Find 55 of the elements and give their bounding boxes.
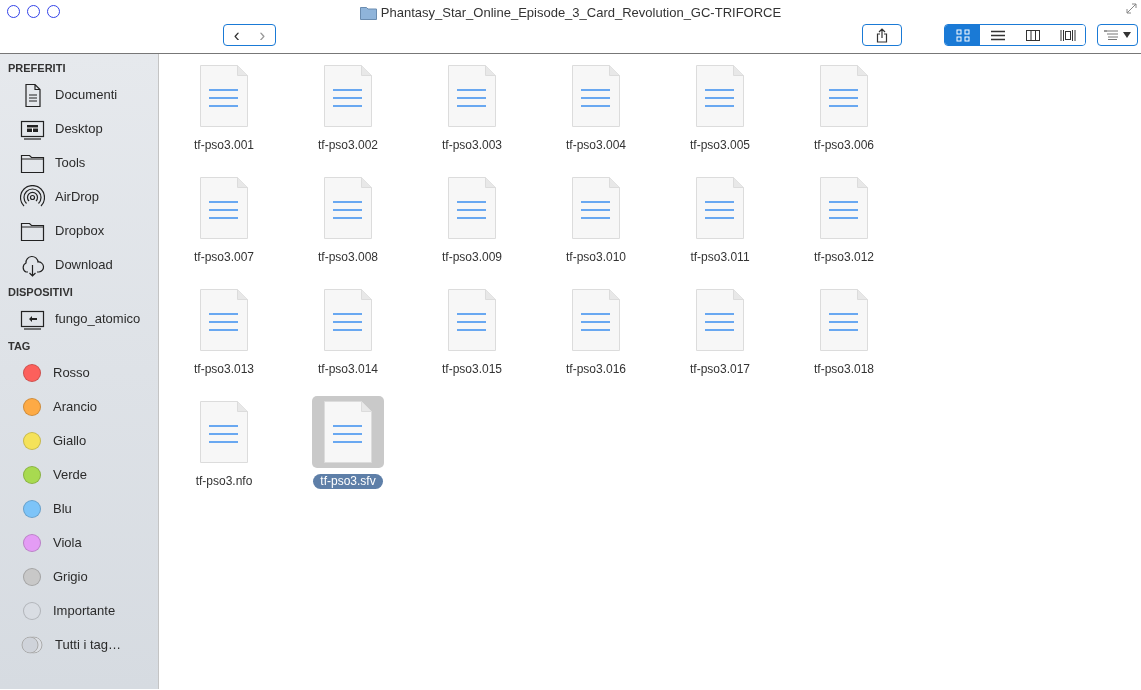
caret-icon — [1123, 32, 1131, 38]
sidebar-item[interactable]: Documenti — [55, 85, 118, 105]
file-name[interactable]: tf-pso3.005 — [682, 138, 757, 153]
sidebar-item[interactable]: Dropbox — [55, 221, 105, 241]
sidebar-item[interactable]: Grigio — [53, 567, 88, 587]
sidebar-item[interactable]: fungo_atomico — [55, 309, 141, 329]
cover-flow-icon — [1059, 28, 1076, 42]
sidebar-item[interactable]: Verde — [53, 465, 87, 485]
tags-icon — [21, 636, 43, 654]
sidebar-item[interactable]: Arancio — [53, 397, 98, 417]
sidebar-item[interactable]: Blu — [53, 499, 72, 519]
file-name[interactable]: tf-pso3.015 — [434, 362, 509, 377]
file-name[interactable]: tf-pso3.nfo — [188, 474, 260, 489]
list-icon — [1104, 30, 1118, 40]
sidebar-item[interactable]: AirDrop — [55, 187, 100, 207]
sidebar-heading: PREFERITI — [7, 61, 67, 76]
sidebar-heading: DISPOSITIVI — [7, 285, 74, 300]
file-name[interactable]: tf-pso3.013 — [186, 362, 261, 377]
sidebar-item[interactable]: Tools — [55, 153, 86, 173]
file-name[interactable]: tf-pso3.010 — [558, 250, 633, 265]
list-icon — [989, 28, 1006, 42]
sidebar-item[interactable]: Download — [55, 255, 113, 275]
columns-icon — [1024, 28, 1041, 42]
back-button[interactable]: ‹ — [224, 25, 250, 45]
sidebar-item[interactable]: Desktop — [55, 119, 103, 139]
file-name[interactable]: tf-pso3.006 — [806, 138, 881, 153]
file-name[interactable]: tf-pso3.016 — [558, 362, 633, 377]
grid-icon — [954, 28, 971, 42]
sidebar-item[interactable]: Tutti i tag… — [55, 635, 121, 655]
folder-icon — [359, 5, 377, 20]
view-switcher[interactable] — [944, 24, 1086, 46]
file-name[interactable]: tf-pso3.001 — [186, 138, 261, 153]
file-name[interactable]: tf-pso3.003 — [434, 138, 509, 153]
file-name[interactable]: tf-pso3.018 — [806, 362, 881, 377]
fullscreen-icon[interactable] — [1126, 3, 1137, 14]
file-name[interactable]: tf-pso3.007 — [186, 250, 261, 265]
sidebar-item[interactable]: Importante — [53, 601, 116, 621]
file-name[interactable]: tf-pso3.sfv — [313, 474, 383, 489]
sidebar-item[interactable]: Giallo — [53, 431, 87, 451]
sidebar-heading: TAG — [7, 339, 32, 354]
file-name[interactable]: tf-pso3.017 — [682, 362, 757, 377]
file-icon[interactable] — [312, 396, 384, 468]
file-name[interactable]: tf-pso3.002 — [310, 138, 385, 153]
file-name[interactable]: tf-pso3.012 — [806, 250, 881, 265]
sidebar-item[interactable]: Viola — [53, 533, 82, 553]
file-name[interactable]: tf-pso3.009 — [434, 250, 509, 265]
sidebar-item[interactable]: Rosso — [53, 363, 90, 383]
arrange-button[interactable] — [1097, 24, 1138, 46]
window-title: Phantasy_Star_Online_Episode_3_Card_Revolution_GC-TRIFORCE — [380, 4, 782, 22]
file-name[interactable]: tf-pso3.014 — [310, 362, 385, 377]
file-name[interactable]: tf-pso3.011 — [683, 250, 757, 265]
file-name[interactable]: tf-pso3.004 — [558, 138, 633, 153]
share-button[interactable] — [862, 24, 902, 46]
share-icon — [876, 27, 888, 43]
file-name[interactable]: tf-pso3.008 — [310, 250, 385, 265]
